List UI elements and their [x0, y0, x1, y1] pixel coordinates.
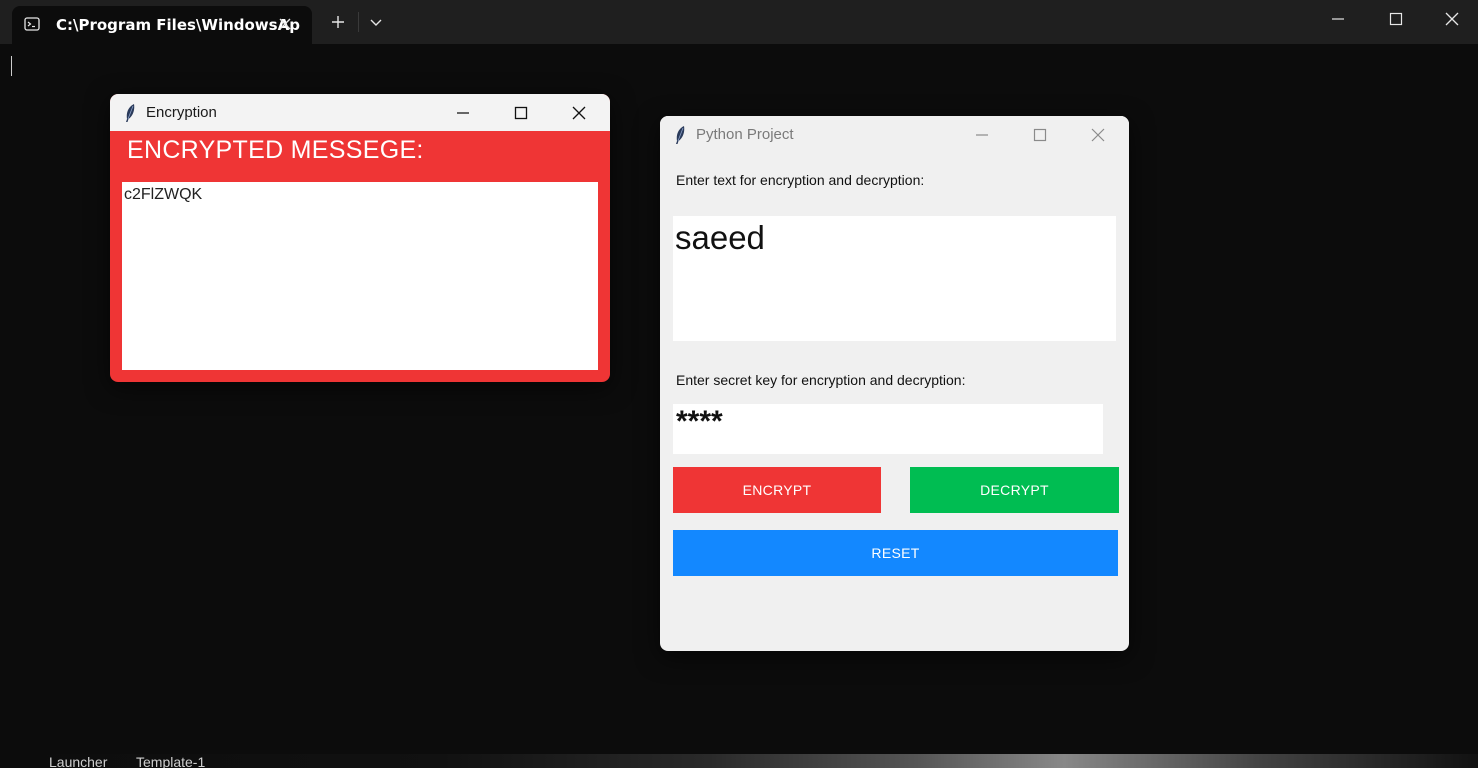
encryption-close-button[interactable]: [550, 94, 608, 131]
terminal-maximize-button[interactable]: [1368, 0, 1424, 38]
close-icon: [1445, 12, 1459, 26]
terminal-tab-title: C:\Program Files\WindowsAp: [56, 16, 300, 34]
taskbar-item-launcher[interactable]: Launcher: [49, 754, 107, 768]
secret-key-label: Enter secret key for encryption and decr…: [676, 372, 966, 388]
tab-dropdown-button[interactable]: [362, 0, 390, 44]
reset-button[interactable]: RESET: [673, 530, 1118, 576]
taskbar-item-template[interactable]: Template-1: [136, 754, 205, 768]
terminal-titlebar: C:\Program Files\WindowsAp: [0, 0, 1478, 44]
project-maximize-button[interactable]: [1011, 116, 1069, 153]
project-minimize-button[interactable]: [953, 116, 1011, 153]
maximize-icon: [1033, 128, 1047, 141]
tab-divider: [358, 12, 359, 32]
close-icon: [572, 106, 586, 119]
close-icon: [1091, 128, 1105, 141]
decrypt-button[interactable]: DECRYPT: [910, 467, 1119, 513]
encryption-window-title: Encryption: [146, 104, 217, 121]
project-window-titlebar[interactable]: Python Project: [660, 116, 1129, 153]
maximize-icon: [514, 106, 528, 119]
close-icon[interactable]: [278, 17, 292, 31]
terminal-minimize-button[interactable]: [1310, 0, 1366, 38]
minimize-icon: [976, 133, 988, 136]
encryption-maximize-button[interactable]: [492, 94, 550, 131]
message-text-area[interactable]: saeed: [673, 216, 1116, 341]
encryption-minimize-button[interactable]: [434, 94, 492, 131]
plus-icon: [332, 16, 344, 28]
project-window-title: Python Project: [696, 126, 794, 143]
python-project-window: Python Project Enter text for encryption…: [660, 116, 1129, 651]
feather-icon: [126, 104, 135, 122]
taskbar-strip: Launcher Template-1: [0, 754, 1478, 768]
text-cursor: [11, 56, 12, 76]
terminal-icon: [24, 17, 40, 31]
terminal-close-button[interactable]: [1426, 0, 1478, 38]
encrypted-message-heading: ENCRYPTED MESSEGE:: [127, 136, 424, 164]
secret-key-input[interactable]: ****: [673, 404, 1103, 454]
project-close-button[interactable]: [1069, 116, 1127, 153]
maximize-icon: [1389, 12, 1403, 26]
terminal-tab[interactable]: C:\Program Files\WindowsAp: [12, 6, 312, 44]
text-input-label: Enter text for encryption and decryption…: [676, 172, 925, 188]
encryption-window: Encryption ENCRYPTED MESSEGE: c2FlZWQK: [110, 94, 610, 382]
new-tab-button[interactable]: [322, 0, 354, 44]
encryption-window-titlebar[interactable]: Encryption: [110, 94, 610, 131]
feather-icon: [676, 126, 685, 144]
encrypted-message-text[interactable]: c2FlZWQK: [122, 182, 598, 370]
encrypt-button[interactable]: ENCRYPT: [673, 467, 881, 513]
chevron-down-icon: [370, 19, 382, 26]
minimize-icon: [1332, 18, 1344, 20]
minimize-icon: [457, 111, 469, 114]
